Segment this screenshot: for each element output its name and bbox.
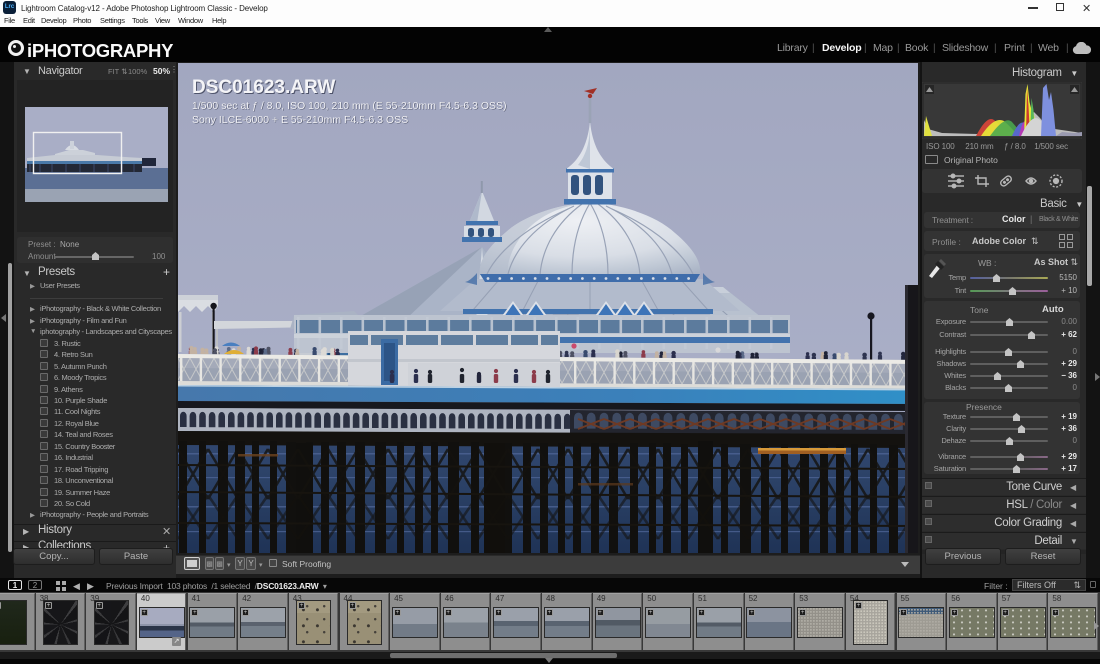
svg-text:1/500 sec at ƒ / 8.0, ISO 100,: 1/500 sec at ƒ / 8.0, ISO 100, 210 mm (E… (192, 100, 507, 112)
svg-text:Sony ILCE-6000 + E 55-210mm F4: Sony ILCE-6000 + E 55-210mm F4.5-6.3 OSS (192, 114, 408, 126)
svg-text:DSC01623.ARW: DSC01623.ARW (192, 77, 335, 98)
